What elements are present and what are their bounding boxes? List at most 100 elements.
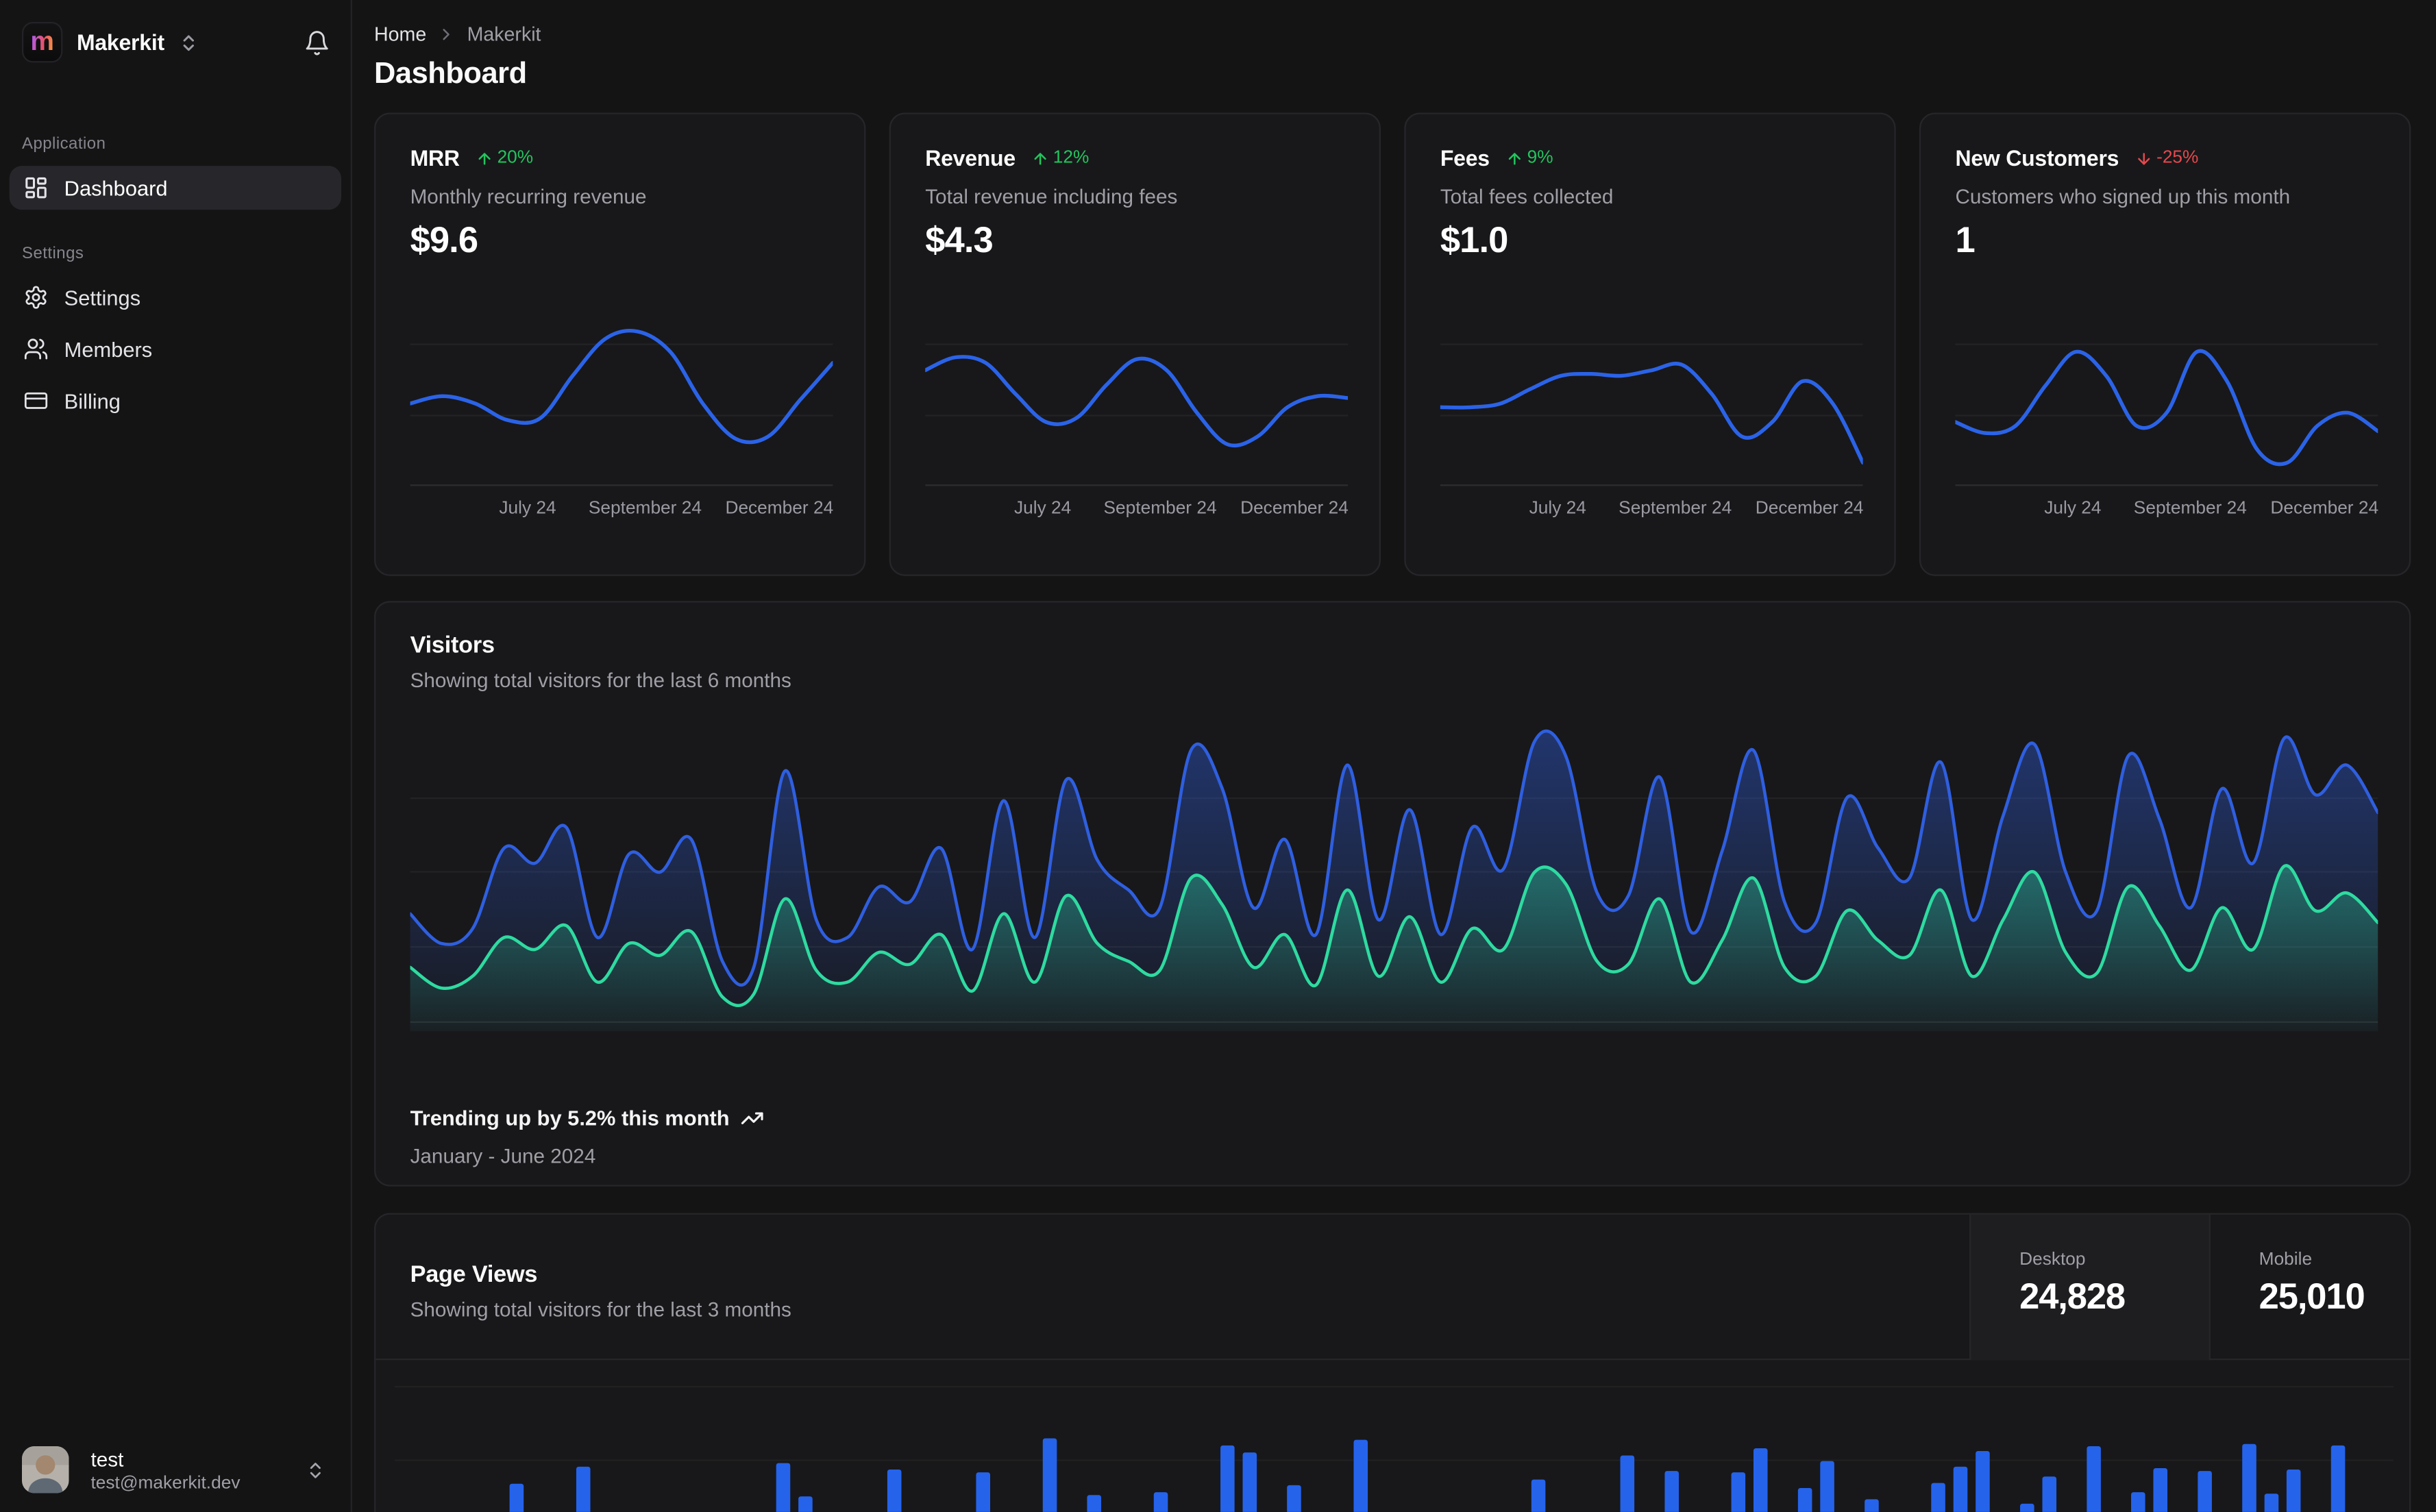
bell-icon — [304, 29, 330, 56]
axis-label: December 24 — [2270, 499, 2379, 519]
sidebar-nav: Settings Members Billing — [10, 275, 341, 423]
notifications-button[interactable] — [304, 29, 330, 61]
stat-value: 1 — [1955, 219, 1975, 260]
visitors-area-chart — [408, 725, 2380, 1032]
sparkline-chart: July 24 September 24 December 24 — [1438, 284, 1865, 518]
stat-value: $9.6 — [410, 219, 479, 260]
axis-label: July 24 — [499, 499, 556, 519]
page-views-header: Page Views Showing total visitors for th… — [376, 1214, 2409, 1361]
visitors-trending-text: Trending up by 5.2% this month — [410, 1106, 730, 1130]
sidebar: m Makerkit Application Dashboard Setting… — [0, 0, 353, 1512]
tab-desktop[interactable]: Desktop 24,828 — [1969, 1214, 2209, 1361]
stat-description: Total revenue including fees — [925, 184, 1178, 208]
tab-value: 24,828 — [2019, 1275, 2126, 1317]
breadcrumb-home-link[interactable]: Home — [374, 23, 426, 45]
arrow-up-icon — [476, 149, 493, 166]
stat-cards-row: MRR 20% Monthly recurring revenue $9.6 J… — [374, 112, 2411, 576]
makerkit-logo: m — [21, 21, 63, 63]
chevron-right-icon — [437, 25, 456, 44]
axis-label: December 24 — [1755, 499, 1864, 519]
sidebar-item-dashboard[interactable]: Dashboard — [9, 166, 342, 210]
axis-label: July 24 — [2044, 499, 2102, 519]
visitors-period: January - June 2024 — [410, 1144, 596, 1168]
axis-label: September 24 — [2133, 499, 2247, 519]
axis-label: September 24 — [588, 499, 702, 519]
gear-icon — [23, 285, 49, 310]
stat-title: Revenue — [925, 145, 1016, 171]
sidebar-item-label: Dashboard — [64, 176, 168, 200]
sparkline-chart: July 24 September 24 December 24 — [1953, 284, 2380, 518]
stat-description: Customers who signed up this month — [1955, 184, 2291, 208]
tab-value: 25,010 — [2259, 1275, 2365, 1317]
stat-card-revenue: Revenue 12% Total revenue including fees… — [889, 112, 1381, 576]
breadcrumb: Home Makerkit — [374, 23, 2411, 45]
stat-title: Fees — [1440, 145, 1490, 171]
sparkline-chart: July 24 September 24 December 24 — [923, 284, 1350, 518]
visitors-subtitle: Showing total visitors for the last 6 mo… — [410, 668, 791, 692]
axis-label: September 24 — [1103, 499, 1217, 519]
stat-value: $1.0 — [1440, 219, 1509, 260]
axis-label: July 24 — [1013, 499, 1072, 519]
axis-label: July 24 — [1529, 499, 1586, 519]
stat-value: $4.3 — [925, 219, 994, 260]
visitors-card: Visitors Showing total visitors for the … — [374, 601, 2411, 1187]
user-email: test@makerkit.dev — [90, 1473, 241, 1493]
logo-letter: m — [30, 25, 54, 56]
trend-value: 12% — [1053, 149, 1090, 168]
trend-value: 9% — [1527, 149, 1553, 168]
visitors-title: Visitors — [410, 632, 495, 659]
stat-title: MRR — [410, 145, 460, 171]
arrow-up-icon — [1505, 149, 1523, 166]
trend-value: 20% — [497, 149, 534, 168]
tab-label: Desktop — [2019, 1250, 2086, 1269]
page-views-card: Page Views Showing total visitors for th… — [374, 1213, 2411, 1512]
user-info: test test@makerkit.dev — [91, 1447, 284, 1492]
user-menu[interactable]: test test@makerkit.dev — [0, 1428, 351, 1512]
axis-label: September 24 — [1619, 499, 1732, 519]
axis-label: December 24 — [1240, 499, 1349, 519]
page-views-tabs: Desktop 24,828 Mobile 25,010 — [1969, 1214, 2409, 1361]
trend-badge: 20% — [476, 149, 534, 168]
sidebar-section-settings: Settings Settings Members Billing — [0, 244, 351, 422]
page-views-subtitle: Showing total visitors for the last 3 mo… — [410, 1297, 791, 1322]
trend-badge: 9% — [1505, 149, 1553, 167]
sidebar-item-settings[interactable]: Settings — [10, 275, 341, 319]
chevrons-up-down-icon — [178, 32, 199, 53]
tab-label: Mobile — [2259, 1250, 2313, 1269]
stat-title: New Customers — [1955, 145, 2119, 171]
trend-value: -25% — [2156, 149, 2199, 168]
stat-card-new-customers: New Customers -25% Customers who signed … — [1919, 112, 2411, 576]
trend-badge: 12% — [1031, 149, 1090, 168]
tab-mobile[interactable]: Mobile 25,010 — [2209, 1214, 2409, 1361]
arrow-down-icon — [2134, 149, 2152, 166]
breadcrumb-current: Makerkit — [467, 23, 541, 46]
sidebar-item-label: Billing — [64, 388, 121, 412]
trending-up-icon — [741, 1106, 764, 1130]
credit-card-icon — [23, 388, 49, 414]
sidebar-item-members[interactable]: Members — [10, 327, 341, 371]
trend-badge: -25% — [2134, 149, 2198, 167]
stat-card-mrr: MRR 20% Monthly recurring revenue $9.6 J… — [374, 112, 866, 576]
sidebar-section-label: Application — [21, 134, 106, 153]
sidebar-section-application: Application Dashboard — [0, 134, 351, 210]
sidebar-nav: Dashboard — [9, 166, 342, 210]
app-root: m Makerkit Application Dashboard Setting… — [0, 0, 2436, 1512]
sparkline-chart: July 24 September 24 December 24 — [408, 284, 835, 518]
avatar — [21, 1446, 69, 1494]
workspace-switcher[interactable]: m Makerkit — [21, 21, 257, 63]
sidebar-item-label: Settings — [64, 285, 141, 310]
stat-card-fees: Fees 9% Total fees collected $1.0 July 2… — [1404, 112, 1896, 576]
sidebar-item-billing[interactable]: Billing — [10, 379, 341, 423]
sidebar-item-label: Members — [64, 337, 153, 361]
page-views-title: Page Views — [410, 1261, 538, 1289]
chevrons-up-down-icon — [305, 1459, 325, 1480]
page-views-bar-chart — [394, 1360, 2394, 1512]
main-content: Home Makerkit Dashboard MRR 20% Monthly … — [354, 0, 2436, 1512]
sidebar-section-label: Settings — [21, 244, 84, 263]
axis-label: December 24 — [725, 499, 834, 519]
page-title: Dashboard — [374, 58, 527, 91]
sidebar-header: m Makerkit — [0, 0, 351, 84]
stat-description: Total fees collected — [1440, 184, 1614, 208]
dashboard-icon — [23, 175, 49, 201]
arrow-up-icon — [1031, 149, 1048, 166]
